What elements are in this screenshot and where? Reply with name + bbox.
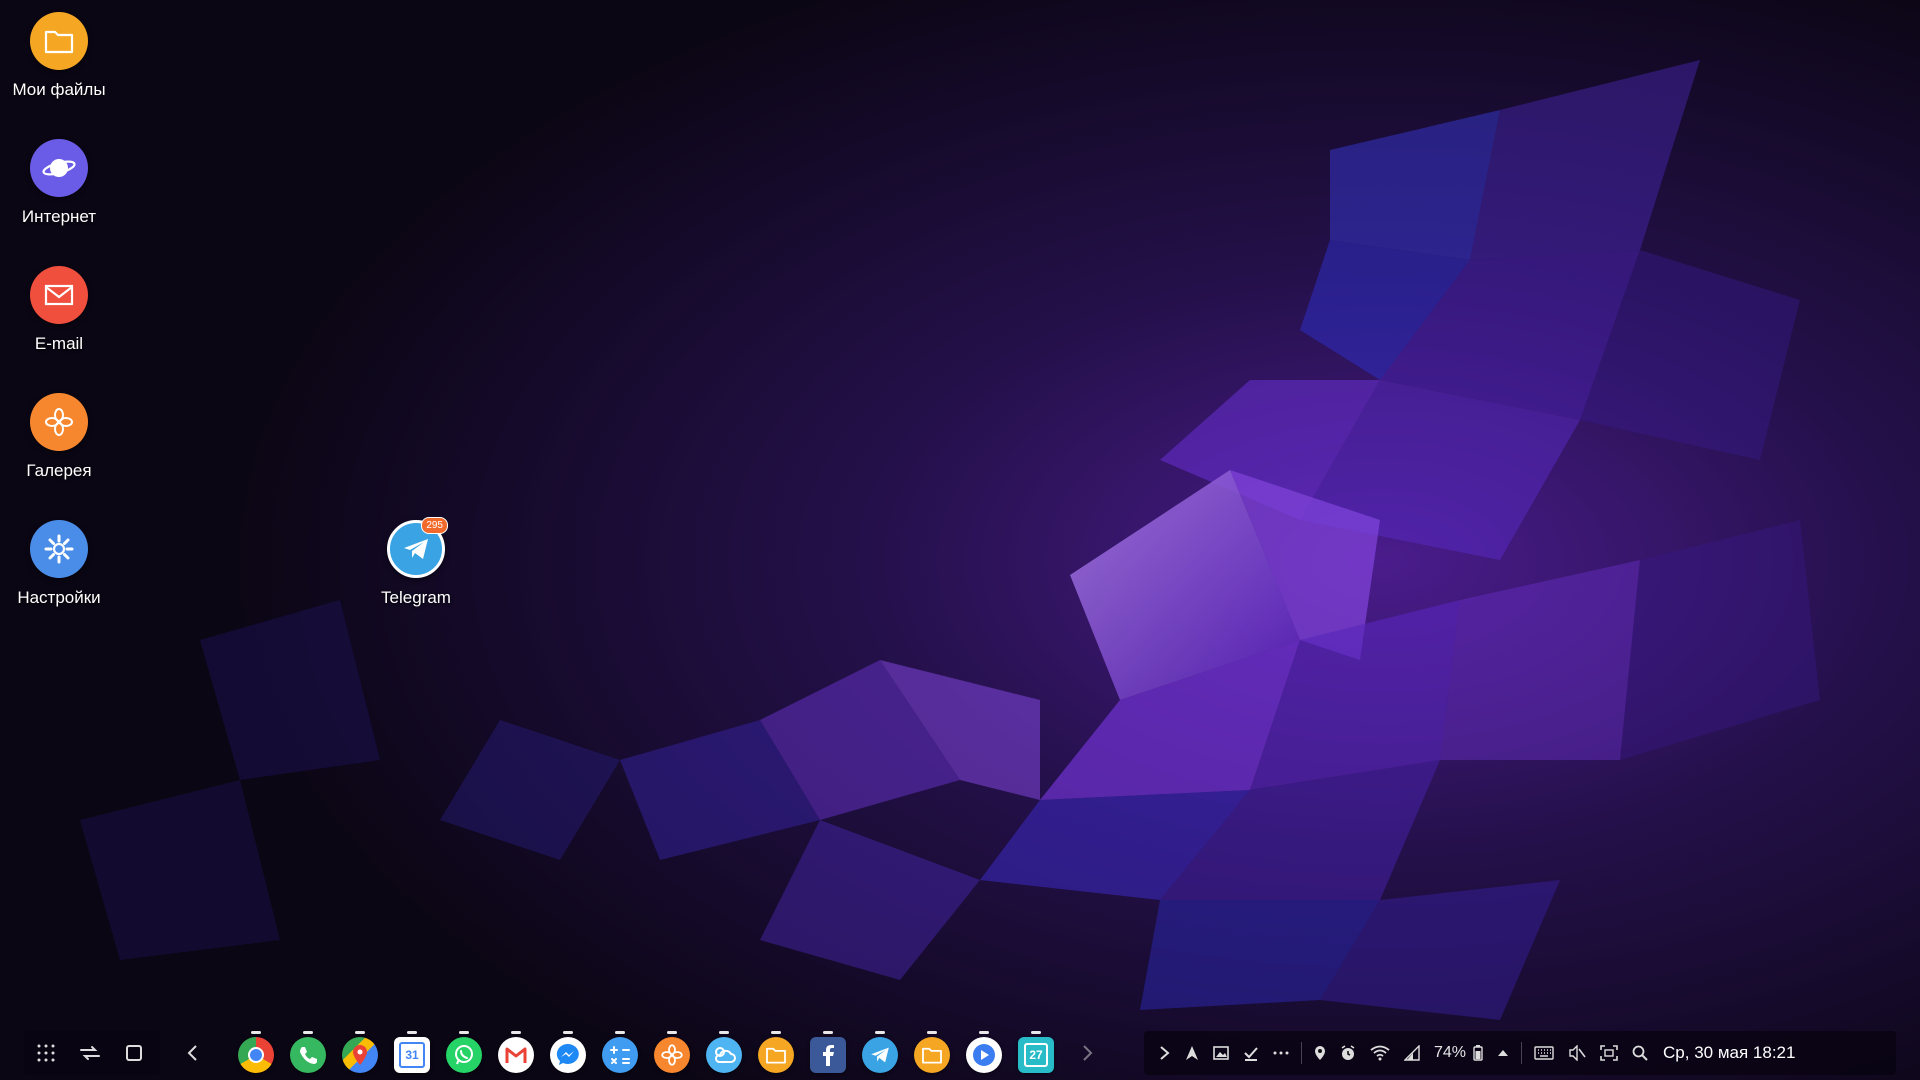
- dock-app-gmail[interactable]: [494, 1031, 538, 1080]
- dock-app-phone[interactable]: [286, 1031, 330, 1080]
- running-indicator: [459, 1031, 469, 1034]
- folder-icon: [30, 12, 88, 70]
- dock-app-facebook[interactable]: [806, 1031, 850, 1080]
- tray-separator: [1301, 1042, 1302, 1064]
- taskbar: 31 27 74% Ср, 30 мая 18:21: [0, 1020, 1920, 1080]
- planet-icon: [30, 139, 88, 197]
- home-icon[interactable]: [112, 1031, 156, 1075]
- facebook-icon: [810, 1037, 846, 1073]
- screen-capture-icon[interactable]: [1593, 1031, 1625, 1075]
- screenshot-icon[interactable]: [1206, 1031, 1236, 1075]
- messenger-icon: [550, 1037, 586, 1073]
- more-icon[interactable]: [1266, 1031, 1296, 1075]
- chevron-left-icon[interactable]: [170, 1031, 214, 1075]
- gmail-icon: [498, 1037, 534, 1073]
- tray-separator: [1521, 1042, 1523, 1064]
- whatsapp-icon: [446, 1037, 482, 1073]
- calendar-date: 27: [1024, 1043, 1048, 1067]
- running-indicator: [563, 1031, 573, 1034]
- folder-icon: [758, 1037, 794, 1073]
- mute-icon[interactable]: [1561, 1031, 1593, 1075]
- chrome-icon: [238, 1037, 274, 1073]
- expand-icon[interactable]: [1152, 1031, 1178, 1075]
- dock-app-calendar[interactable]: 31: [390, 1031, 434, 1080]
- dock-app-weather[interactable]: [702, 1031, 746, 1080]
- keyboard-icon[interactable]: [1527, 1031, 1561, 1075]
- play-icon: [966, 1037, 1002, 1073]
- desktop-icon-label: Интернет: [21, 207, 97, 226]
- flower-icon: [654, 1037, 690, 1073]
- maps-icon: [342, 1037, 378, 1073]
- desktop-icon-label: Настройки: [17, 588, 101, 607]
- desktop-icon-label: E-mail: [34, 334, 84, 353]
- calendar-icon: 31: [394, 1037, 430, 1073]
- battery-percent: 74%: [1434, 1044, 1467, 1061]
- desktop-icon-internet[interactable]: Интернет: [0, 139, 118, 227]
- running-indicator: [303, 1031, 313, 1034]
- nav-buttons: [24, 1031, 160, 1075]
- desktop-icon-label: Мои файлы: [12, 80, 106, 99]
- apps-grid-icon[interactable]: [24, 1031, 68, 1075]
- telegram-icon: [862, 1037, 898, 1073]
- desktop-icon-label: Галерея: [26, 461, 92, 480]
- running-indicator: [355, 1031, 365, 1034]
- flower-icon: [30, 393, 88, 451]
- desktop-icon-email[interactable]: E-mail: [0, 266, 118, 354]
- alarm-icon[interactable]: [1333, 1031, 1363, 1075]
- dock-app-my-files[interactable]: [754, 1031, 798, 1080]
- dock-app-telegram[interactable]: [858, 1031, 902, 1080]
- date-time[interactable]: Ср, 30 мая 18:21: [1655, 1043, 1803, 1063]
- signal-icon: [1397, 1031, 1427, 1075]
- running-indicator: [615, 1031, 625, 1034]
- desktop-icon-settings[interactable]: Настройки: [0, 520, 118, 608]
- wifi-icon[interactable]: [1363, 1031, 1397, 1075]
- running-indicator: [511, 1031, 521, 1034]
- running-indicator: [719, 1031, 729, 1034]
- weather-icon: [706, 1037, 742, 1073]
- dock-app-files[interactable]: [910, 1031, 954, 1080]
- telegram-icon: 295: [387, 517, 448, 578]
- location-icon[interactable]: [1307, 1031, 1333, 1075]
- desktop-icon-gallery[interactable]: Галерея: [0, 393, 118, 481]
- notification-badge: 295: [421, 517, 448, 534]
- running-indicator: [979, 1031, 989, 1034]
- running-indicator: [1031, 1031, 1041, 1034]
- running-indicator: [251, 1031, 261, 1034]
- search-icon[interactable]: [1625, 1031, 1655, 1075]
- calendar-icon: 27: [1018, 1037, 1054, 1073]
- dock-app-whatsapp[interactable]: [442, 1031, 486, 1080]
- dock-app-messenger[interactable]: [546, 1031, 590, 1080]
- running-indicator: [667, 1031, 677, 1034]
- folder-icon: [914, 1037, 950, 1073]
- desktop-icon-label: Telegram: [381, 588, 451, 607]
- desktop-icon-telegram[interactable]: 295 Telegram: [357, 517, 475, 608]
- running-indicator: [823, 1031, 833, 1034]
- running-indicator: [927, 1031, 937, 1034]
- calculator-icon: [602, 1037, 638, 1073]
- navigation-icon[interactable]: [1178, 1031, 1206, 1075]
- system-tray: 74% Ср, 30 мая 18:21: [1144, 1031, 1896, 1075]
- download-done-icon[interactable]: [1236, 1031, 1266, 1075]
- running-indicator: [407, 1031, 417, 1034]
- dock-app-calculator[interactable]: [598, 1031, 642, 1080]
- dock-app-video[interactable]: [962, 1031, 1006, 1080]
- running-indicator: [875, 1031, 885, 1034]
- dock-app-chrome[interactable]: [234, 1031, 278, 1080]
- dock-app-maps[interactable]: [338, 1031, 382, 1080]
- notification-up-icon[interactable]: [1490, 1031, 1516, 1075]
- gear-icon: [30, 520, 88, 578]
- dock-app-calendar-2[interactable]: 27: [1014, 1031, 1058, 1080]
- calendar-date: 31: [399, 1042, 425, 1068]
- wallpaper: [0, 0, 1920, 1080]
- battery-icon: [1473, 1031, 1490, 1075]
- desktop-icon-my-files[interactable]: Мои файлы: [0, 12, 118, 100]
- envelope-icon: [30, 266, 88, 324]
- running-indicator: [771, 1031, 781, 1034]
- recents-icon[interactable]: [68, 1031, 112, 1075]
- chevron-right-icon[interactable]: [1066, 1031, 1110, 1075]
- dock-app-gallery[interactable]: [650, 1031, 694, 1080]
- phone-icon: [290, 1037, 326, 1073]
